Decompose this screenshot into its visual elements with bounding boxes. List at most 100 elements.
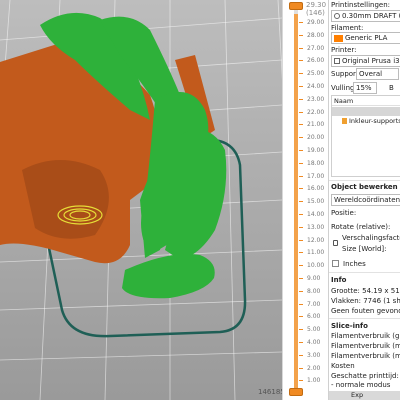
support-select[interactable]: Overal — [356, 68, 399, 80]
slider-tick — [299, 73, 303, 75]
printer-icon — [334, 58, 340, 64]
slider-tick-label: 20.00 — [307, 134, 325, 142]
support-value: Overal — [359, 70, 383, 78]
slider-tick — [299, 214, 303, 215]
inches-checkbox[interactable] — [332, 260, 339, 267]
facets-info: Vlakken: 7746 (1 shell) — [331, 297, 400, 305]
slider-tick-label: 21.00 — [307, 121, 325, 129]
facets-value: 7746 (1 shell) — [363, 297, 400, 305]
normal-mode-label: - normale modus — [331, 381, 391, 389]
slider-tick-label: 14.00 — [307, 211, 325, 218]
slider-tick — [299, 137, 303, 139]
slider-tick-label: 23.00 — [307, 95, 325, 103]
rotate-label: Rotate (relative): — [331, 223, 391, 231]
slider-tick-label: 26.00 — [307, 57, 325, 65]
slider-top-handle[interactable] — [289, 2, 303, 10]
slider-tick — [299, 226, 303, 228]
slider-tick — [299, 239, 303, 241]
slider-tick-label: 19.00 — [307, 147, 325, 154]
filament-mm3-label: Filamentverbruik (mm³) — [331, 352, 400, 360]
slider-tick-label: 8.00 — [307, 287, 321, 295]
slider-tick-label: 4.00 — [307, 339, 321, 346]
filament-m-label: Filamentverbruik (m) — [331, 342, 400, 350]
list-item-supports[interactable]: Inkleur-supports — [332, 117, 400, 126]
slider-tick — [299, 98, 303, 100]
slider-tick-label: 29.00 — [307, 19, 325, 26]
print-settings-label: Printinstellingen: — [331, 1, 390, 9]
lock-icon[interactable] — [333, 240, 338, 246]
size-info-value: 54.19 x 51.24 x — [362, 287, 400, 295]
filament-color-swatch[interactable] — [334, 34, 343, 42]
slider-tick — [299, 34, 303, 36]
list-item-supports-label: Inkleur-supports — [349, 117, 400, 125]
slider-tick-label: 15.00 — [307, 198, 325, 206]
coord-readout: 146185 — [258, 388, 282, 396]
slider-tick — [299, 380, 303, 382]
slider-tick — [299, 342, 303, 343]
slider-top-value: 29.30 — [306, 1, 327, 9]
scene-canvas[interactable]: 146185 — [0, 0, 282, 400]
slider-tick-label: 9.00 — [307, 275, 321, 282]
slider-tick — [299, 201, 303, 203]
printer-select[interactable]: Original Prusa i3 — [331, 55, 400, 67]
infill-extra-label: B — [389, 84, 394, 92]
print-profile-select[interactable]: 0.30mm DRAFT ( — [331, 10, 400, 22]
slider-tick — [299, 316, 303, 318]
filament-select[interactable]: Generic PLA — [331, 32, 400, 44]
slider-tick-label: 11.00 — [307, 249, 325, 257]
slider-bottom-handle[interactable] — [289, 388, 303, 396]
slider-tick — [299, 60, 303, 62]
scale-label: Verschalingsfactoren: — [342, 234, 400, 242]
slice-info-title: Slice-info — [331, 322, 368, 330]
object-edit-title: Object bewerken — [331, 183, 398, 191]
slider-tick-label: 16.00 — [307, 185, 325, 193]
slider-tick-label: 5.00 — [307, 326, 321, 334]
slider-tick — [299, 278, 303, 279]
slider-tick-label: 6.00 — [307, 313, 321, 321]
estimated-time-label: Geschatte printtijd: — [331, 372, 399, 380]
list-item-model[interactable] — [332, 107, 400, 116]
errors-text: Geen fouten gevonden — [331, 307, 400, 315]
slider-tick — [299, 175, 303, 177]
slider-tick-label: 25.00 — [307, 70, 325, 78]
object-list-header[interactable]: Naam — [332, 97, 400, 106]
slider-tick — [299, 47, 303, 49]
slider-tick — [299, 111, 303, 113]
slider-tick — [299, 150, 303, 151]
slider-tick-label: 2.00 — [307, 364, 321, 372]
slider-tick — [299, 265, 303, 267]
facets-label: Vlakken: — [331, 297, 361, 305]
slider-tick-label: 27.00 — [307, 44, 325, 52]
slider-tick — [299, 188, 303, 190]
size-info: Grootte: 54.19 x 51.24 x — [331, 287, 400, 295]
coordinate-system-select[interactable]: Wereldcoördinaten — [331, 194, 400, 206]
object-list[interactable]: Naam Inkleur-supports — [331, 95, 400, 177]
paint-supports-icon — [342, 118, 347, 124]
slider-tick-label: 24.00 — [307, 83, 325, 90]
slider-top-layer: (146) — [306, 9, 325, 17]
layer-slider[interactable]: 29.30 (146) 29.00 28.00 27.00 26.00 25.00 24.… — [282, 0, 328, 400]
slider-tick-label: 18.00 — [307, 159, 325, 167]
coordinate-system-value: Wereldcoördinaten — [334, 196, 400, 204]
infill-value: 15% — [356, 84, 372, 92]
slider-tick — [299, 290, 303, 292]
3d-viewport[interactable]: 146185 — [0, 0, 282, 400]
filament-value: Generic PLA — [345, 34, 388, 42]
size-label: Size [World]: — [342, 245, 387, 253]
printer-value: Original Prusa i3 — [342, 57, 400, 65]
slider-tick — [299, 354, 303, 356]
slider-selected-range — [294, 14, 298, 391]
export-button[interactable]: Exp — [329, 391, 400, 400]
size-info-label: Grootte: — [331, 287, 360, 295]
slider-tick-label: 12.00 — [307, 236, 325, 244]
right-sidebar: Printinstellingen: 0.30mm DRAFT ( Filame… — [328, 0, 400, 400]
slider-tick-label: 3.00 — [307, 351, 321, 359]
slider-tick — [299, 86, 303, 87]
inches-label: Inches — [343, 260, 366, 268]
slider-tick-label: 1.00 — [307, 377, 321, 385]
divider — [329, 318, 400, 319]
slider-tick — [299, 162, 303, 164]
infill-select[interactable]: 15% — [353, 82, 377, 94]
slider-tick — [299, 124, 303, 126]
slider-tick — [299, 329, 303, 331]
